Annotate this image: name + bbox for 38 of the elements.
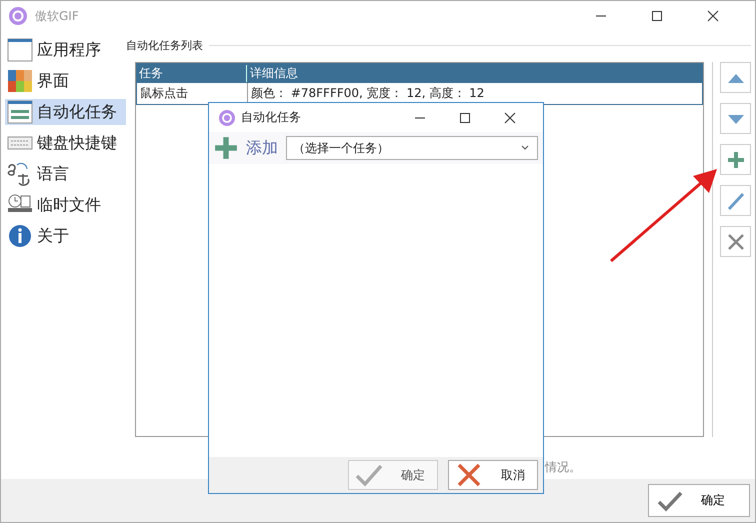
info-icon <box>7 224 33 248</box>
task-list-icon <box>7 100 33 124</box>
checkmark-icon <box>355 463 383 487</box>
delete-button[interactable] <box>720 226 751 257</box>
table-cell-text: 鼠标点击 <box>139 85 189 102</box>
sidebar-item[interactable]: 键盘快捷键 <box>5 130 126 156</box>
plus-icon <box>214 136 238 160</box>
cancel-button[interactable]: 取消 <box>448 460 538 490</box>
color-grid-icon <box>7 69 33 93</box>
add-label: 添加 <box>246 138 278 158</box>
sidebar-item[interactable]: 应用程序 <box>5 37 126 63</box>
hint-text: 情况。 <box>545 459 581 476</box>
sidebar-item[interactable]: 界面 <box>5 68 126 94</box>
caret-icon <box>521 145 529 151</box>
move-up-button[interactable] <box>720 62 751 93</box>
window-icon <box>7 38 33 62</box>
column-header[interactable]: 详细信息 <box>246 64 703 82</box>
close-icon[interactable] <box>504 112 516 124</box>
sidebar-item[interactable]: 自动化任务 <box>5 99 126 125</box>
ok-button[interactable]: 确定 <box>648 484 750 517</box>
edit-button[interactable] <box>720 185 751 216</box>
cross-icon <box>455 463 483 487</box>
sidebar-item[interactable]: 关于 <box>5 223 126 249</box>
column-header[interactable]: 任务 <box>136 64 246 82</box>
add-button[interactable] <box>720 144 751 175</box>
sidebar-item[interactable]: 临时文件 <box>5 192 126 218</box>
group-title: 自动化任务列表 <box>126 38 203 52</box>
dialog-title: 自动化任务 <box>241 109 301 126</box>
task-dropdown[interactable]: （选择一个任务） <box>286 136 538 160</box>
maximize-icon[interactable] <box>651 10 663 22</box>
move-down-button[interactable] <box>720 103 751 134</box>
sidebar-item[interactable]: 语言 <box>5 161 126 187</box>
window-title: 傲软GIF <box>35 8 79 24</box>
close-icon[interactable] <box>707 10 719 22</box>
checkmark-icon <box>657 490 683 512</box>
maximize-icon[interactable] <box>459 112 471 124</box>
app-logo-icon <box>219 110 235 126</box>
app-logo-icon <box>9 7 27 25</box>
